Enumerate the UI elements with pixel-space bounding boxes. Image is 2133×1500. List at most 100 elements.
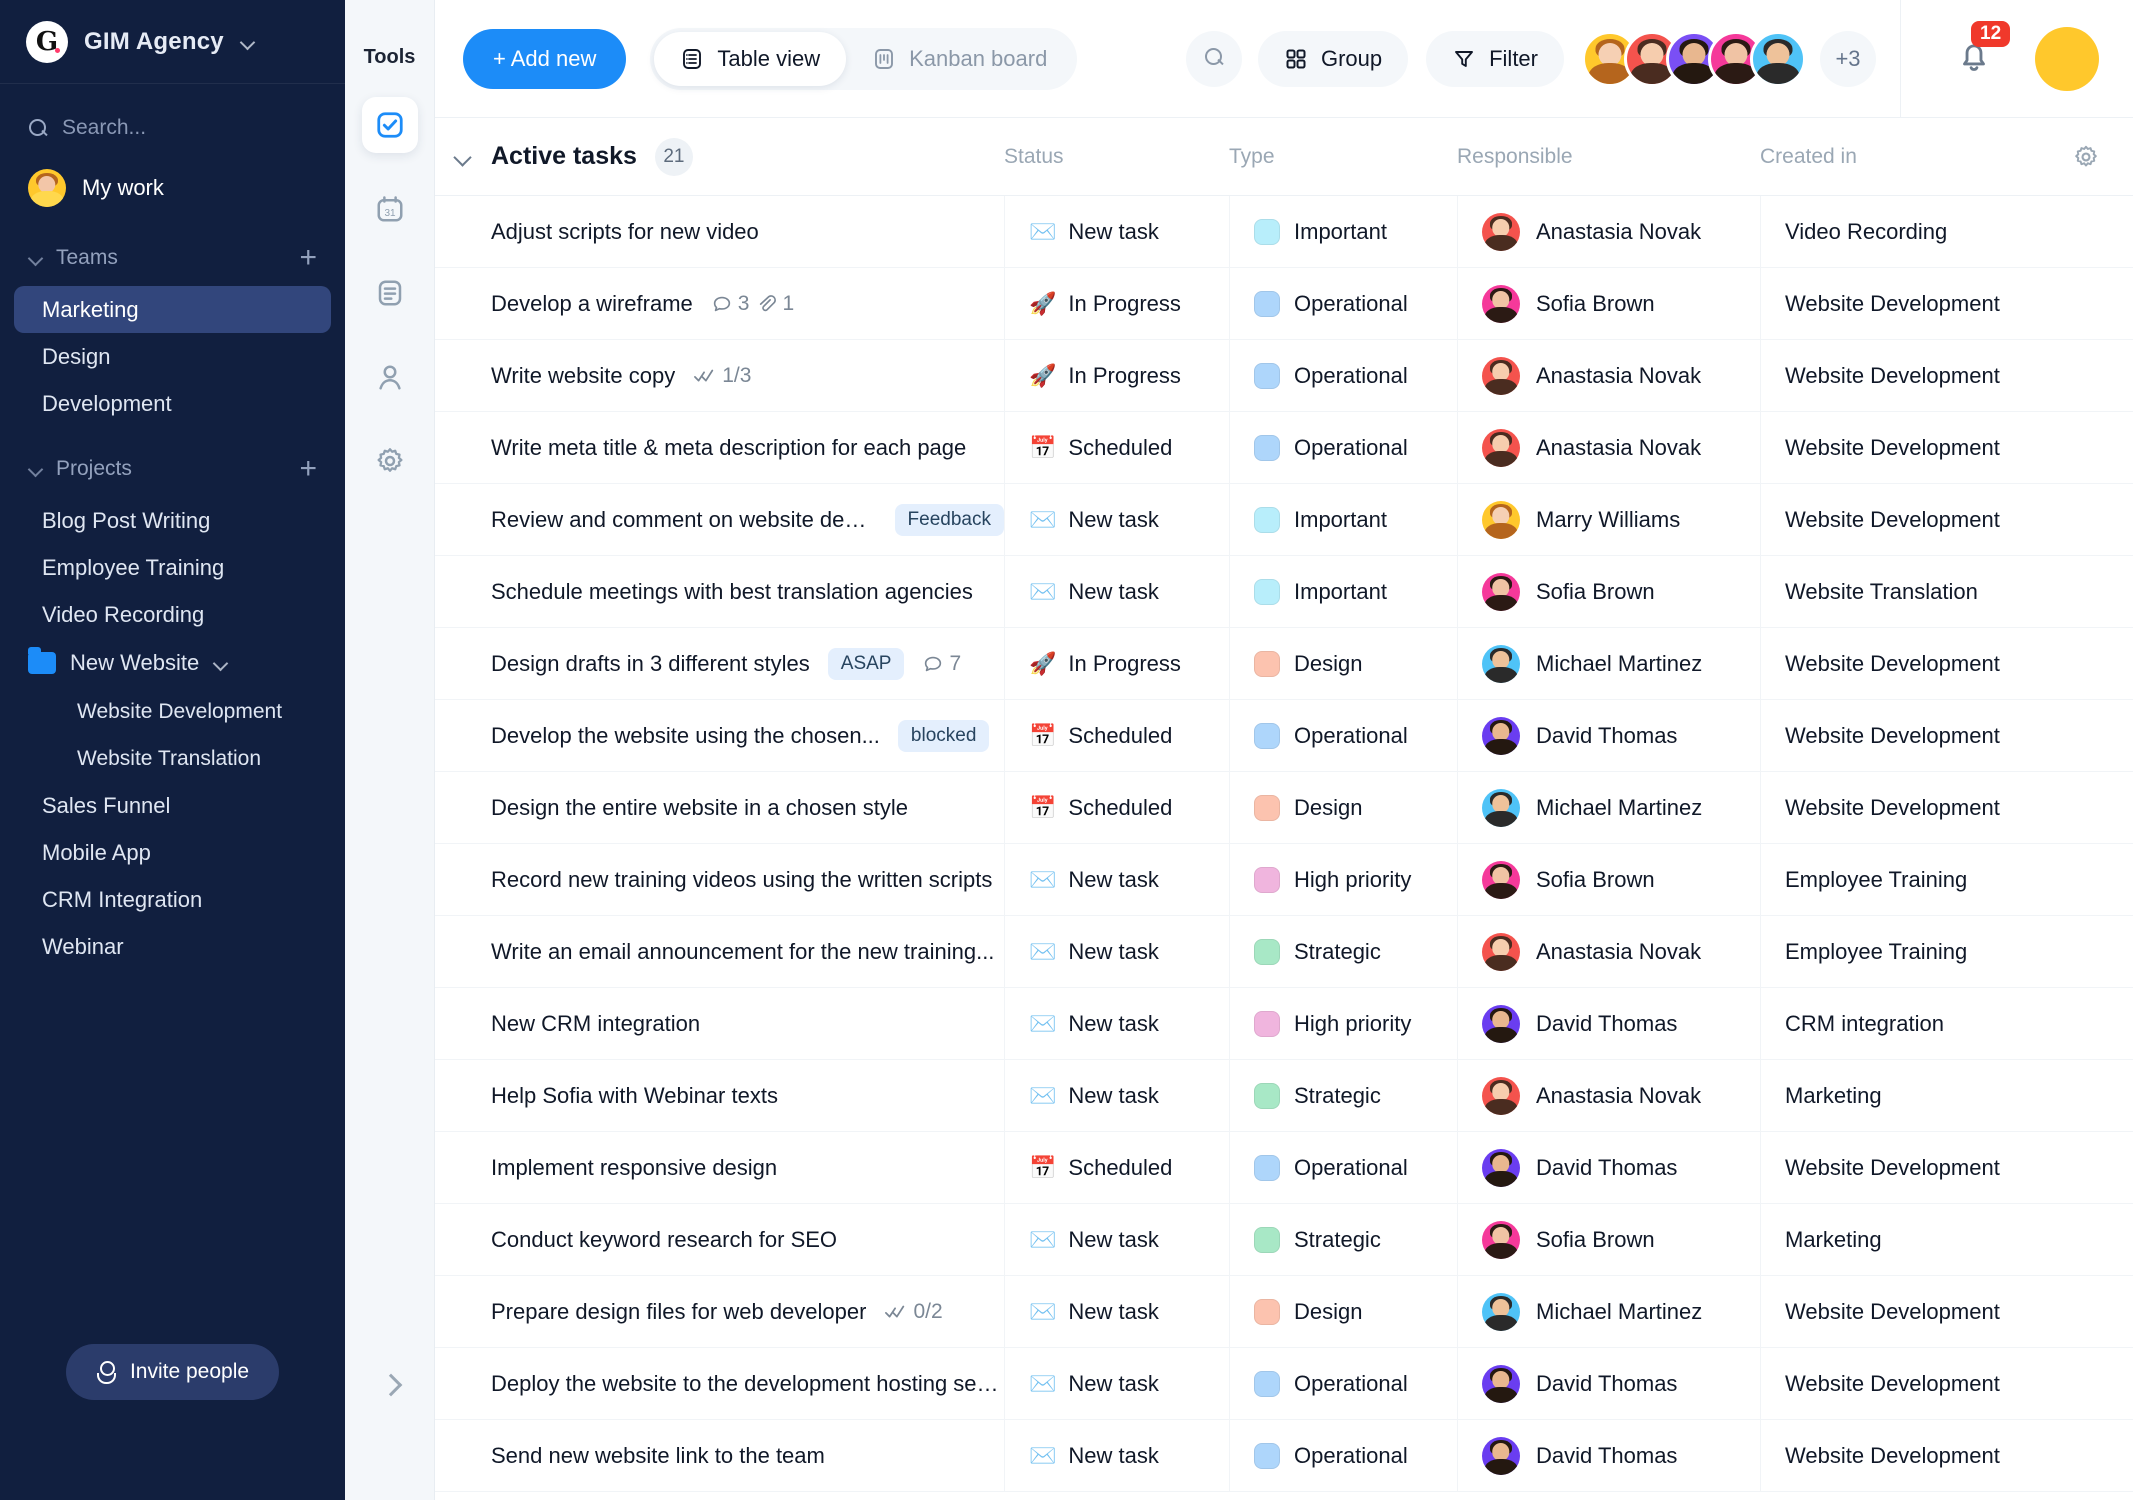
type-cell[interactable]: Design bbox=[1229, 1275, 1457, 1348]
table-row[interactable]: Prepare design files for web developer 0/… bbox=[435, 1275, 2133, 1348]
table-row[interactable]: Design the entire website in a chosen st… bbox=[435, 771, 2133, 844]
column-header-type[interactable]: Type bbox=[1229, 145, 1457, 169]
responsible-cell[interactable]: David Thomas bbox=[1457, 987, 1760, 1060]
task-name-cell[interactable]: Conduct keyword research for SEO bbox=[435, 1204, 1004, 1276]
status-cell[interactable]: ✉️ New task bbox=[1004, 1419, 1229, 1492]
status-cell[interactable]: ✉️ New task bbox=[1004, 1275, 1229, 1348]
sidebar-section-projects[interactable]: Projects + bbox=[0, 441, 345, 497]
table-row[interactable]: Design drafts in 3 different styles ASAP 7… bbox=[435, 627, 2133, 700]
task-name-cell[interactable]: Write an email announcement for the new … bbox=[435, 916, 1004, 988]
type-cell[interactable]: Strategic bbox=[1229, 1203, 1457, 1276]
created-in-cell[interactable]: Website Development bbox=[1760, 1419, 2038, 1492]
table-row[interactable]: Help Sofia with Webinar texts ✉️ New task S… bbox=[435, 1059, 2133, 1132]
type-cell[interactable]: Design bbox=[1229, 771, 1457, 844]
task-name-cell[interactable]: Develop a wireframe 3 1 bbox=[435, 268, 1004, 340]
created-in-cell[interactable]: Website Development bbox=[1760, 1275, 2038, 1348]
add-team-icon[interactable]: + bbox=[299, 243, 317, 273]
sidebar-item-project-0[interactable]: Blog Post Writing bbox=[14, 497, 331, 544]
status-cell[interactable]: ✉️ New task bbox=[1004, 195, 1229, 268]
task-name-cell[interactable]: Develop the website using the chosen... b… bbox=[435, 700, 1004, 772]
add-new-button[interactable]: + Add new bbox=[463, 28, 627, 89]
type-cell[interactable]: Important bbox=[1229, 483, 1457, 556]
type-cell[interactable]: Operational bbox=[1229, 699, 1457, 772]
sidebar-item-project-4[interactable]: Website Development bbox=[14, 688, 331, 735]
type-cell[interactable]: Operational bbox=[1229, 1419, 1457, 1492]
column-header-status[interactable]: Status bbox=[1004, 145, 1229, 169]
task-name-cell[interactable]: Schedule meetings with best translation … bbox=[435, 556, 1004, 628]
sidebar-item-project-1[interactable]: Employee Training bbox=[14, 544, 331, 591]
responsible-cell[interactable]: Sofia Brown bbox=[1457, 1203, 1760, 1276]
tool-settings-button[interactable] bbox=[362, 433, 418, 489]
task-name-cell[interactable]: Send new website link to the team bbox=[435, 1420, 1004, 1492]
status-cell[interactable]: ✉️ New task bbox=[1004, 1203, 1229, 1276]
task-name-cell[interactable]: Implement responsive design bbox=[435, 1132, 1004, 1204]
type-cell[interactable]: Important bbox=[1229, 555, 1457, 628]
search-input[interactable]: Search... bbox=[0, 96, 345, 160]
tool-tasks-button[interactable] bbox=[361, 97, 418, 153]
sidebar-item-folder-3[interactable]: New Website bbox=[0, 638, 345, 688]
member-avatars[interactable] bbox=[1582, 30, 1806, 87]
tool-people-button[interactable] bbox=[362, 349, 418, 405]
table-row[interactable]: Write website copy 1/3 🚀 In Progress Operati… bbox=[435, 339, 2133, 412]
table-row[interactable]: Send new website link to the team ✉️ New t… bbox=[435, 1419, 2133, 1492]
type-cell[interactable]: Operational bbox=[1229, 1131, 1457, 1204]
column-header-responsible[interactable]: Responsible bbox=[1457, 145, 1760, 169]
status-cell[interactable]: ✉️ New task bbox=[1004, 1347, 1229, 1420]
table-row[interactable]: Write meta title & meta description for … bbox=[435, 411, 2133, 484]
responsible-cell[interactable]: David Thomas bbox=[1457, 1131, 1760, 1204]
status-cell[interactable]: 🚀 In Progress bbox=[1004, 339, 1229, 412]
sidebar-item-team-0[interactable]: Marketing bbox=[14, 286, 331, 333]
sidebar-item-project-9[interactable]: Webinar bbox=[14, 923, 331, 970]
type-cell[interactable]: Important bbox=[1229, 195, 1457, 268]
table-settings-button[interactable] bbox=[2038, 144, 2133, 170]
user-avatar[interactable] bbox=[2035, 26, 2099, 91]
sidebar-item-project-8[interactable]: CRM Integration bbox=[14, 876, 331, 923]
responsible-cell[interactable]: Michael Martinez bbox=[1457, 1275, 1760, 1348]
sidebar-item-team-2[interactable]: Development bbox=[14, 380, 331, 427]
task-name-cell[interactable]: Record new training videos using the wri… bbox=[435, 844, 1004, 916]
responsible-cell[interactable]: Michael Martinez bbox=[1457, 771, 1760, 844]
type-cell[interactable]: Strategic bbox=[1229, 1059, 1457, 1132]
sidebar-item-project-6[interactable]: Sales Funnel bbox=[14, 782, 331, 829]
created-in-cell[interactable]: Website Development bbox=[1760, 699, 2038, 772]
sidebar-item-my-work[interactable]: My work bbox=[0, 160, 345, 216]
created-in-cell[interactable]: Website Development bbox=[1760, 627, 2038, 700]
status-cell[interactable]: ✉️ New task bbox=[1004, 483, 1229, 556]
task-name-cell[interactable]: Adjust scripts for new video bbox=[435, 196, 1004, 268]
status-cell[interactable]: 📅 Scheduled bbox=[1004, 699, 1229, 772]
table-row[interactable]: Schedule meetings with best translation … bbox=[435, 555, 2133, 628]
created-in-cell[interactable]: CRM integration bbox=[1760, 987, 2038, 1060]
table-row[interactable]: Deploy the website to the development ho… bbox=[435, 1347, 2133, 1420]
avatar-overflow-count[interactable]: +3 bbox=[1820, 30, 1876, 87]
notifications-button[interactable]: 12 bbox=[1955, 21, 2011, 80]
created-in-cell[interactable]: Website Development bbox=[1760, 339, 2038, 412]
responsible-cell[interactable]: Sofia Brown bbox=[1457, 555, 1760, 628]
add-project-icon[interactable]: + bbox=[299, 454, 317, 484]
created-in-cell[interactable]: Website Development bbox=[1760, 411, 2038, 484]
status-cell[interactable]: 🚀 In Progress bbox=[1004, 627, 1229, 700]
status-cell[interactable]: 📅 Scheduled bbox=[1004, 771, 1229, 844]
created-in-cell[interactable]: Website Development bbox=[1760, 1131, 2038, 1204]
responsible-cell[interactable]: Anastasia Novak bbox=[1457, 411, 1760, 484]
search-button[interactable] bbox=[1185, 30, 1242, 87]
tab-kanban-board[interactable]: Kanban board bbox=[846, 32, 1073, 86]
collapse-sidebar-button[interactable] bbox=[375, 1370, 405, 1400]
status-cell[interactable]: ✉️ New task bbox=[1004, 987, 1229, 1060]
group-collapse-toggle[interactable] bbox=[435, 148, 491, 166]
responsible-cell[interactable]: David Thomas bbox=[1457, 1347, 1760, 1420]
status-cell[interactable]: ✉️ New task bbox=[1004, 915, 1229, 988]
sidebar-item-project-7[interactable]: Mobile App bbox=[14, 829, 331, 876]
sidebar-item-project-2[interactable]: Video Recording bbox=[14, 591, 331, 638]
created-in-cell[interactable]: Marketing bbox=[1760, 1203, 2038, 1276]
status-cell[interactable]: 📅 Scheduled bbox=[1004, 411, 1229, 484]
table-row[interactable]: Write an email announcement for the new … bbox=[435, 915, 2133, 988]
created-in-cell[interactable]: Website Development bbox=[1760, 267, 2038, 340]
table-row[interactable]: Adjust scripts for new video ✉️ New task Im… bbox=[435, 195, 2133, 268]
responsible-cell[interactable]: David Thomas bbox=[1457, 1419, 1760, 1492]
task-name-cell[interactable]: Write website copy 1/3 bbox=[435, 340, 1004, 412]
tool-calendar-button[interactable]: 31 bbox=[362, 181, 418, 237]
type-cell[interactable]: Operational bbox=[1229, 339, 1457, 412]
created-in-cell[interactable]: Website Development bbox=[1760, 771, 2038, 844]
tab-table-view[interactable]: Table view bbox=[654, 31, 847, 86]
status-cell[interactable]: ✉️ New task bbox=[1004, 555, 1229, 628]
